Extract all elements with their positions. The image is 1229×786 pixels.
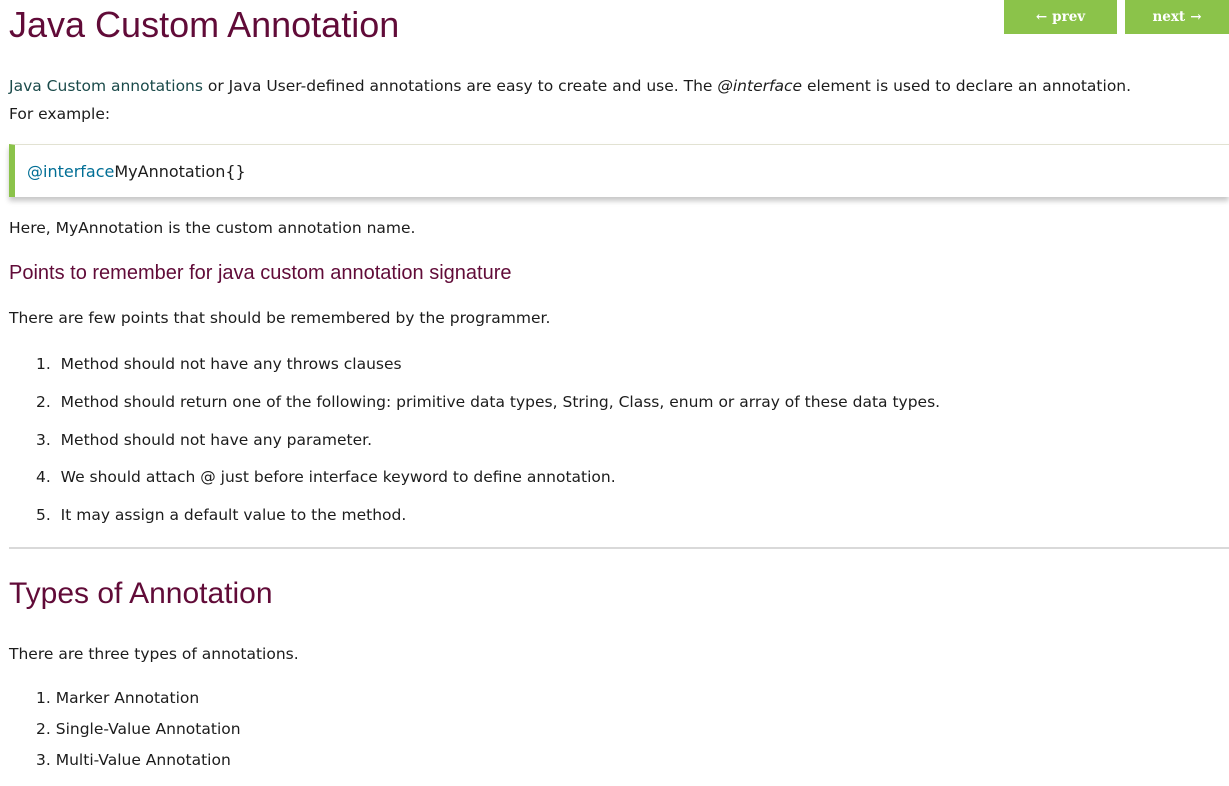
prev-button[interactable]: ← prev <box>1004 0 1117 34</box>
list-item-number: 2. <box>36 720 51 738</box>
list-item-text: Multi-Value Annotation <box>55 751 231 769</box>
intro-line-2: For example: <box>9 105 111 123</box>
page-title: Java Custom Annotation <box>9 4 400 45</box>
list-item-text: Method should not have any parameter. <box>60 431 373 449</box>
list-item-number: 3. <box>36 751 51 769</box>
points-intro: There are few points that should be reme… <box>9 309 551 327</box>
code-text: MyAnnotation{} <box>114 161 246 181</box>
list-item-text: Method should not have any throws clause… <box>60 355 402 373</box>
list-item-number: 1. <box>36 689 51 707</box>
section-divider <box>9 547 1229 549</box>
list-item: 2. Single-Value Annotation <box>36 718 241 740</box>
list-item-number: 3. <box>36 431 51 449</box>
page: ← prev next → Java Custom Annotation Jav… <box>0 0 1229 786</box>
types-intro: There are three types of annotations. <box>9 645 299 663</box>
list-item-text: It may assign a default value to the met… <box>60 506 407 524</box>
list-item-number: 4. <box>36 468 51 486</box>
code-block: @interface MyAnnotation{} <box>9 144 1229 197</box>
list-item: 3. Method should not have any parameter. <box>36 429 372 451</box>
intro-emphasis: @interface <box>717 77 803 95</box>
arrow-right-icon: → <box>1190 9 1202 25</box>
list-item-number: 2. <box>36 393 51 411</box>
next-button[interactable]: next → <box>1125 0 1229 34</box>
list-item: 3. Multi-Value Annotation <box>36 749 231 771</box>
arrow-left-icon: ← <box>1035 9 1048 25</box>
intro-text-2: element is used to declare an annotation… <box>802 77 1132 95</box>
intro-highlight: Java Custom annotations <box>9 77 203 95</box>
list-item-number: 5. <box>36 506 51 524</box>
next-label: next <box>1152 9 1186 25</box>
intro-text-1: or Java User-defined annotations are eas… <box>202 77 718 95</box>
list-item: 5. It may assign a default value to the … <box>36 504 406 526</box>
list-item-text: Marker Annotation <box>55 689 200 707</box>
prev-label: prev <box>1052 9 1086 25</box>
list-item-text: We should attach @ just before interface… <box>60 468 616 486</box>
types-heading: Types of Annotation <box>9 577 273 610</box>
list-item-number: 1. <box>36 355 51 373</box>
code-keyword: @interface <box>27 161 115 181</box>
after-code-text: Here, MyAnnotation is the custom annotat… <box>9 219 416 237</box>
points-heading: Points to remember for java custom annot… <box>9 262 512 284</box>
list-item-text: Method should return one of the followin… <box>60 393 941 411</box>
list-item: 2. Method should return one of the follo… <box>36 391 940 413</box>
list-item: 4. We should attach @ just before interf… <box>36 466 616 488</box>
intro-paragraph: Java Custom annotations or Java User-def… <box>9 72 1229 128</box>
list-item: 1. Method should not have any throws cla… <box>36 353 402 375</box>
list-item: 1. Marker Annotation <box>36 687 199 709</box>
list-item-text: Single-Value Annotation <box>55 720 241 738</box>
